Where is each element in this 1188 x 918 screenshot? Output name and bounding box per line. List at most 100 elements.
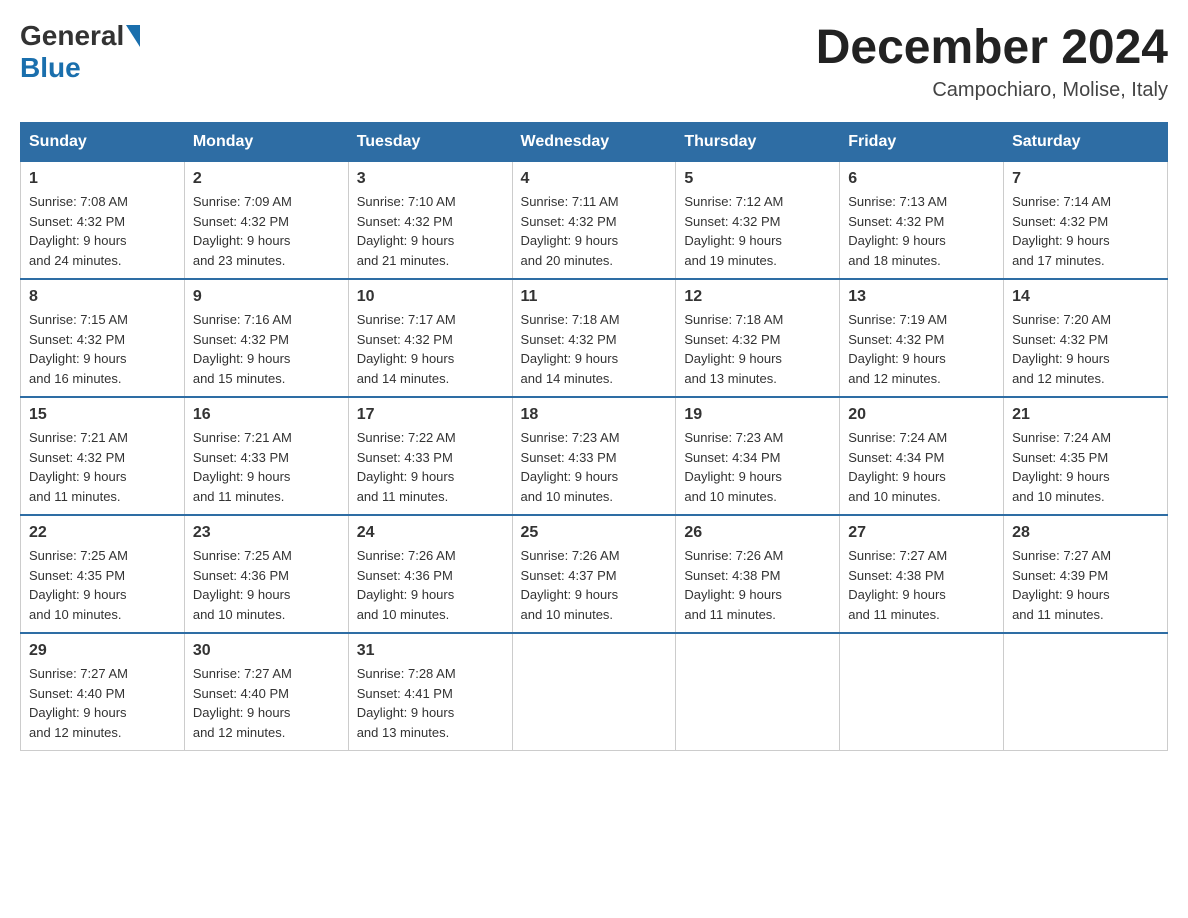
logo-general-text: General (20, 20, 124, 52)
day-number: 22 (29, 524, 176, 542)
day-number: 5 (684, 170, 831, 188)
day-info: Sunrise: 7:24 AMSunset: 4:34 PMDaylight:… (848, 428, 995, 506)
day-info: Sunrise: 7:23 AMSunset: 4:33 PMDaylight:… (521, 428, 668, 506)
day-number: 26 (684, 524, 831, 542)
weekday-header-thursday: Thursday (676, 123, 840, 162)
calendar-cell: 20 Sunrise: 7:24 AMSunset: 4:34 PMDayligh… (840, 397, 1004, 515)
day-info: Sunrise: 7:14 AMSunset: 4:32 PMDaylight:… (1012, 192, 1159, 270)
calendar-cell: 22Sunrise: 7:25 AMSunset: 4:35 PMDayligh… (21, 515, 185, 633)
calendar-cell: 28 Sunrise: 7:27 AMSunset: 4:39 PMDayligh… (1004, 515, 1168, 633)
day-info: Sunrise: 7:26 AMSunset: 4:37 PMDaylight:… (521, 546, 668, 624)
calendar-cell: 30 Sunrise: 7:27 AMSunset: 4:40 PMDayligh… (184, 633, 348, 751)
calendar-cell (512, 633, 676, 751)
calendar-cell: 10 Sunrise: 7:17 AMSunset: 4:32 PMDayligh… (348, 279, 512, 397)
day-info: Sunrise: 7:21 AMSunset: 4:32 PMDaylight:… (29, 428, 176, 506)
day-number: 29 (29, 642, 176, 660)
location-subtitle: Campochiaro, Molise, Italy (816, 79, 1168, 102)
calendar-cell: 4 Sunrise: 7:11 AMSunset: 4:32 PMDaylight… (512, 162, 676, 280)
weekday-header-friday: Friday (840, 123, 1004, 162)
calendar-cell: 19Sunrise: 7:23 AMSunset: 4:34 PMDayligh… (676, 397, 840, 515)
day-number: 14 (1012, 288, 1159, 306)
day-number: 15 (29, 406, 176, 424)
weekday-header-saturday: Saturday (1004, 123, 1168, 162)
logo-blue-text: Blue (20, 52, 81, 84)
day-info: Sunrise: 7:24 AMSunset: 4:35 PMDaylight:… (1012, 428, 1159, 506)
day-number: 27 (848, 524, 995, 542)
calendar-week-row: 22Sunrise: 7:25 AMSunset: 4:35 PMDayligh… (21, 515, 1168, 633)
day-info: Sunrise: 7:26 AMSunset: 4:38 PMDaylight:… (684, 546, 831, 624)
day-info: Sunrise: 7:12 AMSunset: 4:32 PMDaylight:… (684, 192, 831, 270)
calendar-cell: 21 Sunrise: 7:24 AMSunset: 4:35 PMDayligh… (1004, 397, 1168, 515)
day-number: 17 (357, 406, 504, 424)
day-number: 8 (29, 288, 176, 306)
day-number: 30 (193, 642, 340, 660)
day-info: Sunrise: 7:11 AMSunset: 4:32 PMDaylight:… (521, 192, 668, 270)
calendar-week-row: 1 Sunrise: 7:08 AMSunset: 4:32 PMDaylight… (21, 162, 1168, 280)
day-info: Sunrise: 7:22 AMSunset: 4:33 PMDaylight:… (357, 428, 504, 506)
calendar-cell: 8 Sunrise: 7:15 AMSunset: 4:32 PMDaylight… (21, 279, 185, 397)
day-info: Sunrise: 7:27 AMSunset: 4:40 PMDaylight:… (193, 664, 340, 742)
day-number: 1 (29, 170, 176, 188)
day-info: Sunrise: 7:25 AMSunset: 4:36 PMDaylight:… (193, 546, 340, 624)
day-info: Sunrise: 7:16 AMSunset: 4:32 PMDaylight:… (193, 310, 340, 388)
day-info: Sunrise: 7:10 AMSunset: 4:32 PMDaylight:… (357, 192, 504, 270)
day-info: Sunrise: 7:15 AMSunset: 4:32 PMDaylight:… (29, 310, 176, 388)
page-header: General Blue December 2024 Campochiaro, … (20, 20, 1168, 102)
day-number: 21 (1012, 406, 1159, 424)
calendar-cell: 26 Sunrise: 7:26 AMSunset: 4:38 PMDayligh… (676, 515, 840, 633)
calendar-cell: 13 Sunrise: 7:19 AMSunset: 4:32 PMDayligh… (840, 279, 1004, 397)
calendar-cell: 27Sunrise: 7:27 AMSunset: 4:38 PMDayligh… (840, 515, 1004, 633)
day-info: Sunrise: 7:08 AMSunset: 4:32 PMDaylight:… (29, 192, 176, 270)
calendar-cell: 5 Sunrise: 7:12 AMSunset: 4:32 PMDaylight… (676, 162, 840, 280)
day-number: 25 (521, 524, 668, 542)
day-info: Sunrise: 7:21 AMSunset: 4:33 PMDaylight:… (193, 428, 340, 506)
calendar-cell: 7Sunrise: 7:14 AMSunset: 4:32 PMDaylight… (1004, 162, 1168, 280)
title-area: December 2024 Campochiaro, Molise, Italy (816, 20, 1168, 102)
day-info: Sunrise: 7:17 AMSunset: 4:32 PMDaylight:… (357, 310, 504, 388)
calendar-table: SundayMondayTuesdayWednesdayThursdayFrid… (20, 122, 1168, 751)
day-info: Sunrise: 7:28 AMSunset: 4:41 PMDaylight:… (357, 664, 504, 742)
day-info: Sunrise: 7:19 AMSunset: 4:32 PMDaylight:… (848, 310, 995, 388)
calendar-cell: 9Sunrise: 7:16 AMSunset: 4:32 PMDaylight… (184, 279, 348, 397)
day-info: Sunrise: 7:18 AMSunset: 4:32 PMDaylight:… (684, 310, 831, 388)
day-info: Sunrise: 7:27 AMSunset: 4:39 PMDaylight:… (1012, 546, 1159, 624)
calendar-cell: 16 Sunrise: 7:21 AMSunset: 4:33 PMDayligh… (184, 397, 348, 515)
day-number: 20 (848, 406, 995, 424)
calendar-cell: 1 Sunrise: 7:08 AMSunset: 4:32 PMDaylight… (21, 162, 185, 280)
day-info: Sunrise: 7:18 AMSunset: 4:32 PMDaylight:… (521, 310, 668, 388)
month-title: December 2024 (816, 20, 1168, 75)
day-number: 10 (357, 288, 504, 306)
weekday-header-tuesday: Tuesday (348, 123, 512, 162)
calendar-cell: 3Sunrise: 7:10 AMSunset: 4:32 PMDaylight… (348, 162, 512, 280)
day-number: 28 (1012, 524, 1159, 542)
calendar-cell: 23 Sunrise: 7:25 AMSunset: 4:36 PMDayligh… (184, 515, 348, 633)
calendar-cell: 25 Sunrise: 7:26 AMSunset: 4:37 PMDayligh… (512, 515, 676, 633)
day-info: Sunrise: 7:26 AMSunset: 4:36 PMDaylight:… (357, 546, 504, 624)
day-number: 16 (193, 406, 340, 424)
calendar-cell: 14 Sunrise: 7:20 AMSunset: 4:32 PMDayligh… (1004, 279, 1168, 397)
calendar-cell: 6Sunrise: 7:13 AMSunset: 4:32 PMDaylight… (840, 162, 1004, 280)
weekday-header-sunday: Sunday (21, 123, 185, 162)
calendar-cell: 11Sunrise: 7:18 AMSunset: 4:32 PMDayligh… (512, 279, 676, 397)
weekday-header-wednesday: Wednesday (512, 123, 676, 162)
day-info: Sunrise: 7:20 AMSunset: 4:32 PMDaylight:… (1012, 310, 1159, 388)
logo-arrow-icon (126, 25, 140, 47)
calendar-cell: 29 Sunrise: 7:27 AMSunset: 4:40 PMDayligh… (21, 633, 185, 751)
day-number: 6 (848, 170, 995, 188)
day-number: 2 (193, 170, 340, 188)
day-number: 4 (521, 170, 668, 188)
weekday-header-monday: Monday (184, 123, 348, 162)
calendar-week-row: 8 Sunrise: 7:15 AMSunset: 4:32 PMDaylight… (21, 279, 1168, 397)
logo: General (20, 20, 142, 52)
day-number: 23 (193, 524, 340, 542)
calendar-cell: 24 Sunrise: 7:26 AMSunset: 4:36 PMDayligh… (348, 515, 512, 633)
calendar-cell: 2Sunrise: 7:09 AMSunset: 4:32 PMDaylight… (184, 162, 348, 280)
day-number: 24 (357, 524, 504, 542)
day-info: Sunrise: 7:27 AMSunset: 4:40 PMDaylight:… (29, 664, 176, 742)
calendar-cell: 15 Sunrise: 7:21 AMSunset: 4:32 PMDayligh… (21, 397, 185, 515)
calendar-week-row: 29 Sunrise: 7:27 AMSunset: 4:40 PMDayligh… (21, 633, 1168, 751)
weekday-header-row: SundayMondayTuesdayWednesdayThursdayFrid… (21, 123, 1168, 162)
calendar-cell (676, 633, 840, 751)
day-info: Sunrise: 7:23 AMSunset: 4:34 PMDaylight:… (684, 428, 831, 506)
day-number: 13 (848, 288, 995, 306)
